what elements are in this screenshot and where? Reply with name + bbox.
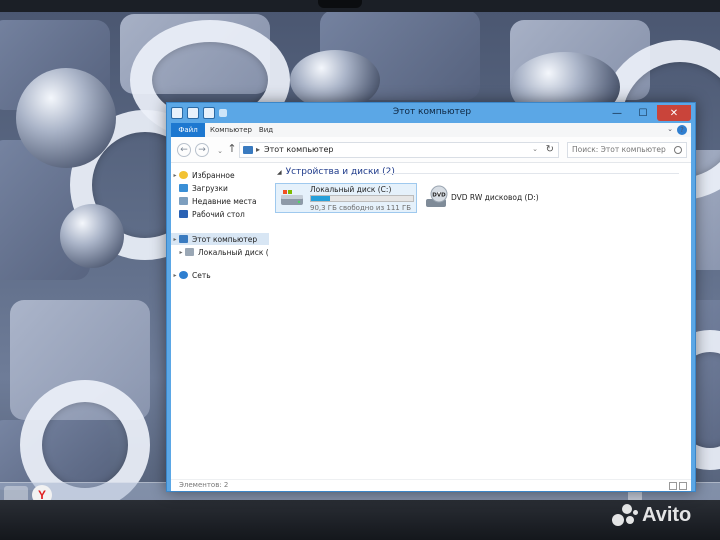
network-icon — [179, 271, 188, 279]
quick-access-toolbar — [171, 107, 227, 119]
search-icon[interactable] — [674, 146, 682, 154]
avito-watermark: Avito — [612, 502, 691, 528]
tab-computer[interactable]: Компьютер — [209, 123, 253, 137]
address-dropdown-icon[interactable]: ⌄ — [532, 145, 538, 153]
nav-this-pc[interactable]: ▸ Этот компьютер — [171, 233, 269, 245]
nav-label: Этот компьютер — [192, 234, 258, 244]
help-icon[interactable]: ? — [677, 125, 687, 135]
ribbon-tabs: Файл Компьютер Вид ⌄ ? — [171, 123, 691, 137]
avito-text: Avito — [642, 503, 692, 526]
content-area: ▸ Избранное Загрузки Недавние места Рабо… — [171, 163, 691, 479]
navigation-pane: ▸ Избранное Загрузки Недавние места Рабо… — [171, 163, 269, 479]
expand-icon[interactable]: ▸ — [171, 236, 179, 243]
group-divider — [379, 173, 679, 174]
nav-label: Избранное — [192, 170, 235, 180]
desktop-icon — [179, 210, 188, 218]
drive-label: Локальный диск (C:) — [310, 185, 392, 194]
title-bar[interactable]: Этот компьютер — ☐ ✕ — [167, 103, 695, 125]
pc-icon — [243, 146, 253, 154]
expand-icon[interactable]: ▸ — [177, 249, 185, 256]
nav-network[interactable]: ▸ Сеть — [171, 269, 269, 281]
nav-local-disk[interactable]: ▸ Локальный диск (C: — [171, 246, 269, 258]
drive-label: DVD RW дисковод (D:) — [451, 193, 539, 202]
expand-icon[interactable]: ▸ — [171, 172, 179, 179]
status-bar: Элементов: 2 — [171, 479, 691, 491]
breadcrumb-separator[interactable]: ▸ — [256, 145, 260, 154]
close-button[interactable]: ✕ — [657, 105, 691, 121]
minimize-button[interactable]: — — [605, 105, 629, 121]
back-button[interactable]: ← — [177, 143, 191, 157]
drive-item-c[interactable]: Локальный диск (C:) 90,3 ГБ свободно из … — [275, 183, 417, 213]
nav-downloads[interactable]: Загрузки — [171, 182, 269, 194]
drive-usage-fill — [311, 196, 331, 201]
breadcrumb-this-pc[interactable]: Этот компьютер — [264, 145, 333, 154]
group-header[interactable]: ◢ Устройства и диски (2) — [277, 167, 395, 177]
wallpaper-sphere — [60, 204, 124, 268]
properties-icon[interactable] — [187, 107, 199, 119]
explorer-window: Этот компьютер — ☐ ✕ Файл Компьютер Вид … — [166, 102, 696, 492]
nav-label: Недавние места — [192, 196, 257, 206]
nav-label: Загрузки — [192, 183, 228, 193]
details-view-button[interactable] — [669, 482, 677, 490]
new-folder-icon[interactable] — [203, 107, 215, 119]
nav-label: Сеть — [192, 270, 211, 280]
tab-file[interactable]: Файл — [171, 123, 205, 137]
nav-favorites[interactable]: ▸ Избранное — [171, 169, 269, 181]
nav-recent-places[interactable]: Недавние места — [171, 195, 269, 207]
wallpaper-sphere — [290, 50, 380, 110]
refresh-button[interactable]: ↻ — [546, 144, 554, 155]
wallpaper-sphere — [16, 68, 116, 168]
drive-usage-bar — [310, 195, 414, 202]
group-title: Устройства и диски (2) — [285, 167, 395, 177]
drive-icon — [185, 248, 194, 256]
window-title: Этот компьютер — [392, 107, 472, 117]
expand-icon[interactable]: ▸ — [171, 272, 179, 279]
search-field[interactable] — [567, 142, 687, 158]
nav-label: Рабочий стол — [192, 209, 245, 219]
large-icons-view-button[interactable] — [679, 482, 687, 490]
ribbon-controls: ⌄ ? — [667, 125, 687, 135]
search-input[interactable] — [572, 145, 668, 154]
drive-free-space: 90,3 ГБ свободно из 111 ГБ — [310, 204, 412, 212]
webcam — [318, 0, 362, 8]
navigation-bar: ← → ⌄ ↑ ▸ Этот компьютер ⌄ ↻ — [171, 137, 691, 163]
dvd-icon: DVD — [426, 185, 448, 207]
customize-qat-icon[interactable] — [219, 109, 227, 117]
recent-places-icon — [179, 197, 188, 205]
forward-button[interactable]: → — [195, 143, 209, 157]
drive-item-d[interactable]: DVD DVD RW дисковод (D:) — [421, 185, 591, 211]
dvd-badge: DVD — [432, 193, 446, 199]
tab-view[interactable]: Вид — [255, 123, 277, 137]
collapse-group-icon[interactable]: ◢ — [277, 169, 282, 176]
pc-icon[interactable] — [171, 107, 183, 119]
drive-icon — [281, 190, 303, 205]
nav-desktop[interactable]: Рабочий стол — [171, 208, 269, 220]
star-icon — [179, 171, 188, 179]
avito-logo-icon — [612, 504, 638, 526]
pc-icon — [179, 235, 188, 243]
main-pane: ◢ Устройства и диски (2) Локальный диск … — [269, 163, 691, 479]
expand-ribbon-icon[interactable]: ⌄ — [667, 125, 673, 135]
maximize-button[interactable]: ☐ — [631, 105, 655, 121]
nav-label: Локальный диск (C: — [198, 247, 269, 257]
download-icon — [179, 184, 188, 192]
item-count: Элементов: 2 — [179, 481, 229, 489]
up-button[interactable]: ↑ — [225, 143, 239, 157]
address-field[interactable]: ▸ Этот компьютер ⌄ ↻ — [239, 142, 559, 158]
